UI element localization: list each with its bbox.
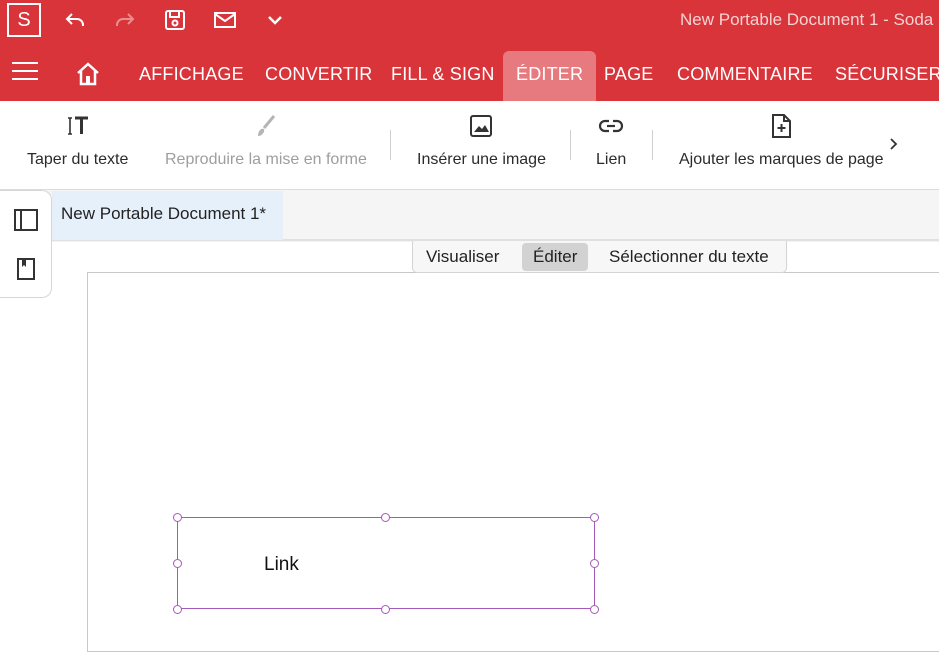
link-text: Link — [264, 554, 299, 575]
format-brush-icon — [252, 101, 280, 151]
title-bar: S New Portable Document 1 - Soda PDF — [0, 0, 939, 40]
mode-editer[interactable]: Éditer — [522, 243, 589, 271]
tab-affichage[interactable]: AFFICHAGE — [139, 51, 244, 101]
tab-editer[interactable]: ÉDITER — [503, 51, 597, 101]
format-painter-button[interactable]: Reproduire la mise en forme — [165, 101, 367, 190]
view-mode-switch: Visualiser Éditer Sélectionner du texte — [412, 241, 787, 273]
tab-fill-sign[interactable]: FILL & SIGN — [391, 51, 495, 101]
toolbar-divider — [652, 130, 653, 160]
link-icon — [597, 101, 625, 151]
resize-handle[interactable] — [590, 605, 599, 614]
resize-handle[interactable] — [173, 605, 182, 614]
save-icon[interactable] — [162, 7, 188, 33]
redo-icon[interactable] — [112, 7, 138, 33]
bookmark-icon[interactable] — [13, 256, 39, 282]
window-title: New Portable Document 1 - Soda PDF — [680, 10, 939, 29]
app-logo[interactable]: S — [7, 3, 41, 37]
insert-image-label: Insérer une image — [417, 151, 546, 168]
mode-visualiser[interactable]: Visualiser — [415, 243, 510, 271]
resize-handle[interactable] — [381, 513, 390, 522]
add-page-icon — [767, 101, 795, 151]
resize-handle[interactable] — [173, 559, 182, 568]
document-tab[interactable]: New Portable Document 1* — [52, 191, 283, 240]
side-panel — [0, 190, 52, 298]
undo-icon[interactable] — [62, 7, 88, 33]
toolbar-divider — [570, 130, 571, 160]
mode-selectionner-texte[interactable]: Sélectionner du texte — [598, 243, 780, 271]
mail-icon[interactable] — [212, 7, 238, 33]
home-icon[interactable] — [74, 60, 102, 88]
tab-securiser[interactable]: SÉCURISER — [835, 51, 939, 101]
chevron-down-icon[interactable] — [262, 7, 288, 33]
link-label: Lien — [596, 151, 627, 168]
panel-toggle-icon[interactable] — [13, 207, 39, 233]
format-painter-label: Reproduire la mise en forme — [165, 151, 367, 168]
resize-handle[interactable] — [173, 513, 182, 522]
resize-handle[interactable] — [590, 513, 599, 522]
image-icon — [467, 101, 495, 151]
type-text-icon — [64, 101, 92, 151]
toolbar-divider — [390, 130, 391, 160]
tab-convertir[interactable]: CONVERTIR — [265, 51, 372, 101]
type-text-button[interactable]: Taper du texte — [27, 101, 128, 190]
link-button[interactable]: Lien — [596, 101, 626, 190]
edit-toolbar: Taper du texte Reproduire la mise en for… — [0, 101, 939, 190]
chevron-right-icon[interactable] — [887, 135, 901, 153]
add-bookmarks-button[interactable]: Ajouter les marques de page — [679, 101, 884, 190]
link-annotation-box[interactable]: Link — [177, 517, 595, 609]
resize-handle[interactable] — [590, 559, 599, 568]
tab-page[interactable]: PAGE — [604, 51, 653, 101]
tab-commentaire[interactable]: COMMENTAIRE — [677, 51, 813, 101]
menu-icon[interactable] — [12, 62, 38, 80]
add-bookmarks-label: Ajouter les marques de page — [679, 151, 884, 168]
resize-handle[interactable] — [381, 605, 390, 614]
ribbon-tab-bar: AFFICHAGE CONVERTIR FILL & SIGN ÉDITER P… — [0, 40, 939, 101]
type-text-label: Taper du texte — [27, 151, 129, 168]
insert-image-button[interactable]: Insérer une image — [417, 101, 546, 190]
